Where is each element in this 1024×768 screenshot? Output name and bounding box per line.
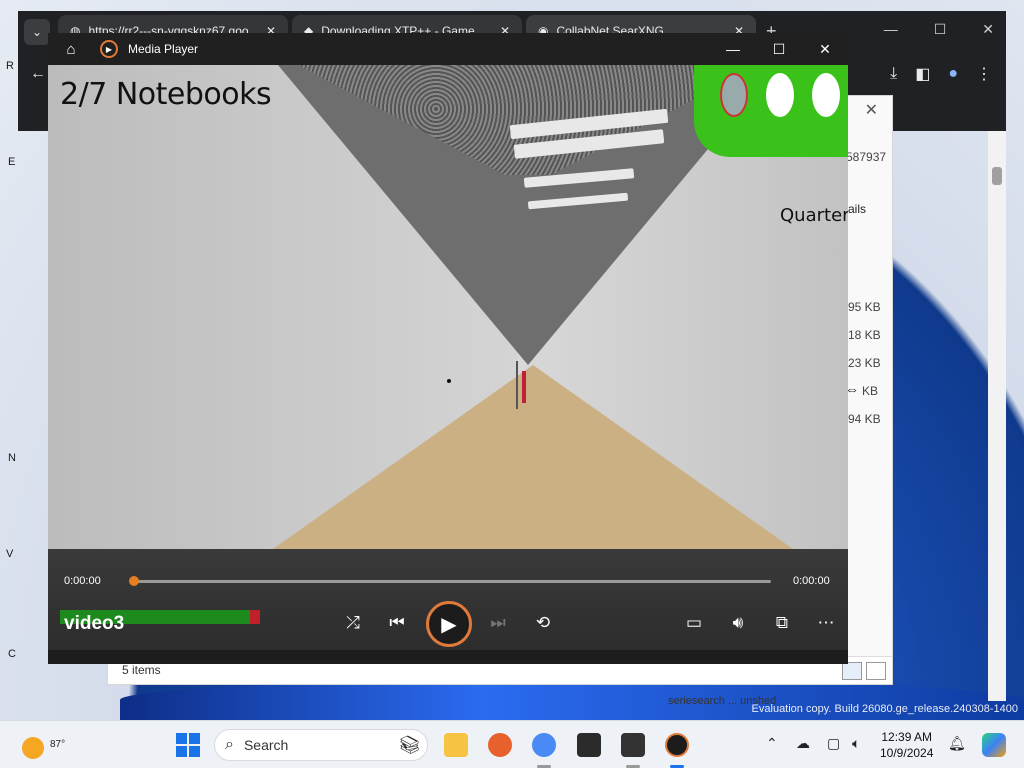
player-window-controls: — ☐ ✕ (710, 41, 848, 58)
file-size-column: 95 KB 18 KB 23 KB KB 94 KB (848, 300, 881, 440)
file-size: 18 KB (848, 328, 881, 342)
total-time: 0:00:00 (793, 575, 830, 587)
media-player-window: ⌂ ▶ Media Player — ☐ ✕ 2/7 Notebooks Qua… (48, 33, 848, 664)
weather-temp: 87° (50, 739, 66, 750)
file-id-fragment: 587937 (846, 150, 887, 164)
subtitles-icon[interactable]: ▭ (680, 612, 708, 634)
player-titlebar: ⌂ ▶ Media Player — ☐ ✕ (48, 33, 848, 65)
terminal-icon[interactable] (575, 731, 603, 759)
repeat-off-icon[interactable]: ⟲ (529, 612, 557, 634)
quarter-item-icon (720, 73, 748, 117)
media-player-icon: ▶ (100, 40, 118, 58)
view-toggle (842, 662, 886, 680)
evaluation-watermark: Evaluation copy. Build 26080.ge_release.… (751, 703, 1018, 715)
player-bottom-strip (48, 650, 848, 664)
clock-time: 12:39 AM (881, 730, 933, 744)
previous-icon[interactable]: ⏮ (383, 612, 411, 634)
item-count: 5 items (122, 663, 161, 677)
browser-window-controls: — ☐ ✕ (884, 21, 994, 38)
next-icon[interactable]: ⏭ (484, 612, 512, 634)
elapsed-time: 0:00:00 (64, 575, 101, 587)
search-placeholder: Search (243, 737, 289, 753)
windows-logo-pane (189, 733, 200, 744)
copilot-icon[interactable] (980, 731, 1008, 759)
details-link[interactable]: ails (848, 202, 866, 216)
tiles-view-icon[interactable] (866, 662, 886, 680)
taskbar: 87° ⌕ Search 📚︎ ⌃ ☁︎ ▢ 🔈︎ 12:39 AM 10/9/… (0, 720, 1024, 768)
search-icon: ⌕ (225, 736, 234, 753)
minimize-button[interactable]: — (884, 21, 898, 38)
maximize-button[interactable]: ☐ (934, 21, 947, 38)
start-button[interactable] (176, 733, 200, 757)
file-size: 23 KB (848, 356, 881, 370)
back-arrow-icon[interactable]: ← (30, 65, 46, 83)
notification-bell-icon[interactable]: 🔔︎ (948, 735, 966, 752)
miniplayer-icon[interactable]: ⧉ (768, 612, 796, 634)
file-size: 94 KB (848, 412, 881, 426)
file-explorer-icon[interactable] (442, 731, 470, 759)
seek-thumb[interactable] (129, 576, 139, 586)
search-highlight-icon: 📚︎ (398, 734, 421, 755)
menu-kebab-icon[interactable]: ⋮ (976, 64, 992, 84)
windows-logo-pane (189, 746, 200, 757)
scrollbar-thumb[interactable] (992, 167, 1002, 185)
weather-widget[interactable]: 87° (18, 731, 65, 759)
details-view-icon[interactable] (842, 662, 862, 680)
seek-bar[interactable] (129, 576, 771, 586)
chevron-up-icon[interactable]: ⌃ (766, 735, 778, 752)
door-frame (516, 361, 518, 409)
file-size: 95 KB (848, 300, 881, 314)
firefox-icon[interactable] (486, 731, 514, 759)
shuffle-icon[interactable]: ⤮ (339, 612, 367, 634)
video-frame[interactable]: 2/7 Notebooks Quarter (48, 65, 848, 549)
desktop-icon-fragment[interactable]: V (6, 548, 13, 560)
side-panel-icon[interactable]: ◧ (915, 64, 930, 84)
windows-logo-pane (176, 733, 187, 744)
network-icon[interactable]: ▢ (827, 735, 840, 752)
windows-logo-pane (176, 746, 187, 757)
video-floor (273, 365, 793, 549)
system-clock[interactable]: 12:39 AM 10/9/2024 (880, 729, 933, 761)
close-button[interactable]: ✕ (802, 41, 848, 58)
resize-cursor-icon: ⇔ (845, 381, 859, 397)
tab-search-button[interactable]: ⌄ (24, 19, 50, 45)
desktop-icon-fragment[interactable]: N (8, 452, 16, 464)
empty-slot-icon (812, 73, 840, 117)
clock-date: 10/9/2024 (880, 746, 934, 760)
minimize-button[interactable]: — (710, 41, 756, 58)
sync-app-icon[interactable] (619, 731, 647, 759)
onedrive-icon[interactable]: ☁︎ (796, 735, 810, 752)
page-scrollbar[interactable] (988, 131, 1006, 701)
play-button[interactable]: ▶ (426, 601, 472, 647)
crosshair-dot (447, 379, 451, 383)
taskbar-search[interactable]: ⌕ Search 📚︎ (214, 729, 428, 761)
held-item-label: Quarter (780, 205, 848, 226)
playback-controls: 0:00:00 0:00:00 video3 ⤮ ⏮ ▶ ⏭ ⟲ ▭ 🔊︎ ⧉ … (48, 549, 848, 664)
speaker-icon[interactable]: 🔈︎ (852, 735, 860, 752)
desktop-icon-fragment[interactable]: R (6, 60, 14, 72)
maximize-button[interactable]: ☐ (756, 41, 802, 58)
chrome-icon[interactable] (530, 731, 558, 759)
profile-icon[interactable]: ● (948, 65, 958, 83)
sun-icon (22, 737, 44, 759)
title-highlight-end (250, 610, 260, 624)
empty-slot-icon (766, 73, 794, 117)
volume-icon[interactable]: 🔊︎ (724, 612, 752, 634)
media-title: video3 (64, 613, 125, 634)
desktop-icon-fragment[interactable]: C (8, 648, 16, 660)
download-icon[interactable]: ⤓ (890, 65, 897, 83)
desktop-icon-fragment[interactable]: E (8, 156, 15, 168)
notebook-counter: 2/7 Notebooks (60, 77, 272, 112)
media-player-taskbar-icon[interactable] (663, 731, 691, 759)
close-button[interactable]: ✕ (982, 21, 994, 38)
more-options-icon[interactable]: ⋯ (812, 612, 840, 634)
close-icon[interactable]: ✕ (865, 100, 878, 120)
home-icon[interactable]: ⌂ (48, 41, 94, 58)
play-icon: ▶ (441, 613, 457, 636)
app-title: Media Player (128, 42, 199, 56)
red-door (522, 371, 526, 403)
